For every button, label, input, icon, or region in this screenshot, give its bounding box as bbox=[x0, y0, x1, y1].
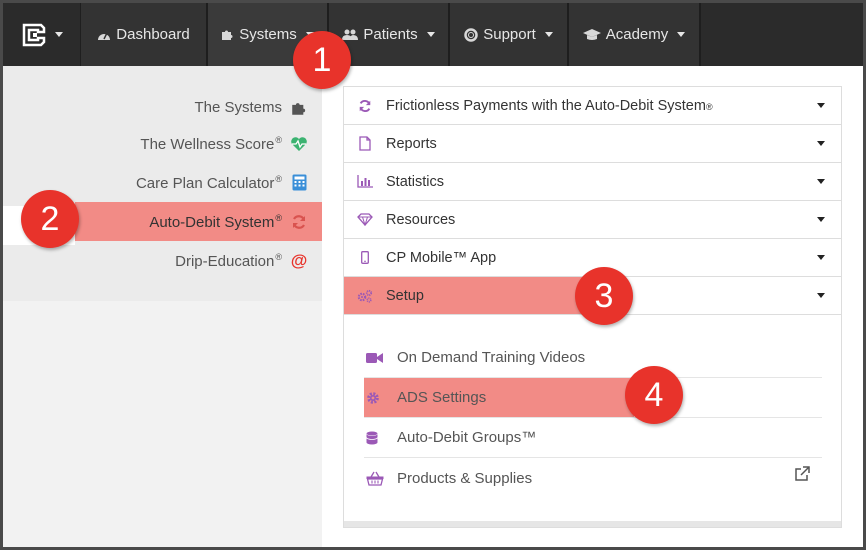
users-icon bbox=[342, 29, 359, 40]
chevron-down-icon bbox=[677, 32, 686, 37]
callout-3: 3 bbox=[575, 267, 633, 325]
nav-academy[interactable]: Academy bbox=[569, 3, 701, 66]
nav-dashboard-label: Dashboard bbox=[116, 26, 190, 43]
chevron-down-icon bbox=[801, 217, 841, 222]
bar-chart-icon bbox=[344, 175, 386, 188]
at-icon: @ bbox=[290, 250, 308, 270]
nav-dashboard[interactable]: Dashboard bbox=[81, 3, 208, 66]
refresh-icon bbox=[290, 213, 308, 231]
panel-footer bbox=[344, 521, 841, 527]
puzzle-icon bbox=[222, 30, 233, 40]
accordion-statistics[interactable]: Statistics bbox=[344, 163, 841, 201]
accordion-label: Statistics bbox=[386, 173, 445, 190]
sidebar-item-the-systems[interactable]: The Systems bbox=[3, 88, 322, 127]
setup-item-ads-settings[interactable]: ADS Settings bbox=[364, 378, 822, 418]
accordion-resources[interactable]: Resources bbox=[344, 201, 841, 239]
mobile-icon bbox=[344, 251, 386, 264]
setup-item-auto-debit-groups[interactable]: Auto-Debit Groups™ bbox=[364, 418, 822, 458]
setup-item-products-supplies[interactable]: Products & Supplies bbox=[364, 458, 822, 498]
chevron-down-icon bbox=[801, 293, 841, 298]
chevron-down-icon bbox=[801, 141, 841, 146]
shopping-basket-icon bbox=[364, 471, 397, 486]
nav-academy-label: Academy bbox=[605, 26, 669, 43]
video-camera-icon bbox=[364, 352, 397, 364]
callout-1: 1 bbox=[293, 31, 351, 89]
accordion-label: CP Mobile™ App bbox=[386, 249, 497, 266]
calculator-icon bbox=[290, 174, 308, 192]
callout-4: 4 bbox=[625, 366, 683, 424]
cogs-icon bbox=[344, 289, 386, 303]
sidebar-item-label: Care Plan Calculator® bbox=[135, 173, 282, 192]
refresh-icon bbox=[344, 99, 386, 113]
app-frame: Dashboard Systems Patients Support Acade… bbox=[3, 3, 863, 547]
heartbeat-icon bbox=[290, 135, 308, 153]
external-link-icon[interactable] bbox=[794, 466, 810, 486]
setup-item-label: ADS Settings bbox=[397, 389, 487, 406]
accordion-label: Reports bbox=[386, 135, 437, 152]
brand-menu-button[interactable] bbox=[3, 3, 81, 66]
top-navbar: Dashboard Systems Patients Support Acade… bbox=[3, 3, 863, 66]
sidebar-item-wellness-score[interactable]: The Wellness Score® bbox=[3, 124, 322, 163]
accordion-label: Frictionless Payments with the Auto-Debi… bbox=[386, 97, 713, 114]
chevron-down-icon bbox=[801, 255, 841, 260]
accordion-label: Resources bbox=[386, 211, 456, 228]
gear-icon bbox=[364, 391, 397, 405]
setup-item-label: Auto-Debit Groups™ bbox=[397, 429, 537, 446]
sidebar-item-auto-debit-system[interactable]: Auto-Debit System® bbox=[75, 202, 322, 241]
brand-logo-icon bbox=[22, 23, 45, 46]
sidebar-item-label: Drip-Education® bbox=[175, 251, 282, 270]
lifebuoy-icon bbox=[464, 27, 478, 42]
diamond-icon bbox=[344, 213, 386, 226]
callout-2: 2 bbox=[21, 190, 79, 248]
sidebar-item-label: Auto-Debit System® bbox=[149, 212, 282, 231]
puzzle-icon bbox=[290, 99, 308, 117]
sidebar-item-label: The Wellness Score® bbox=[140, 134, 282, 153]
database-icon bbox=[364, 431, 397, 445]
nav-patients-label: Patients bbox=[363, 26, 418, 43]
graduation-cap-icon bbox=[582, 28, 601, 40]
chevron-down-icon bbox=[801, 179, 841, 184]
nav-support-label: Support bbox=[483, 26, 536, 43]
sidebar: The Systems The Wellness Score® Care Pla… bbox=[3, 66, 322, 547]
sidebar-item-label: The Systems bbox=[194, 99, 282, 116]
chevron-down-icon bbox=[544, 32, 553, 37]
accordion-reports[interactable]: Reports bbox=[344, 125, 841, 163]
chevron-down-icon bbox=[426, 32, 435, 37]
setup-item-label: Products & Supplies bbox=[397, 469, 533, 487]
nav-support[interactable]: Support bbox=[450, 3, 569, 66]
dashboard-icon bbox=[98, 32, 111, 40]
accordion-frictionless-payments[interactable]: Frictionless Payments with the Auto-Debi… bbox=[344, 87, 841, 125]
setup-item-training-videos[interactable]: On Demand Training Videos bbox=[364, 338, 822, 378]
brand-caret-icon bbox=[54, 32, 63, 37]
file-icon bbox=[344, 136, 386, 151]
setup-item-label: On Demand Training Videos bbox=[397, 349, 586, 366]
chevron-down-icon bbox=[801, 103, 841, 108]
nav-systems-label: Systems bbox=[239, 26, 297, 43]
